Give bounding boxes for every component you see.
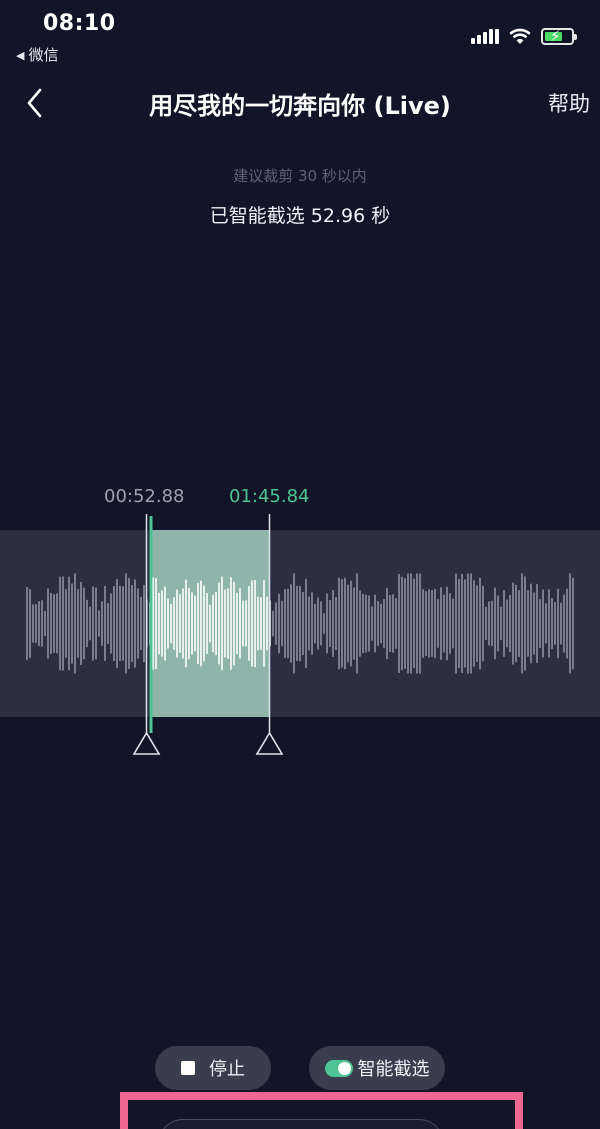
trim-handles (132, 514, 284, 755)
status-icons: ⚡ (471, 26, 577, 46)
help-button[interactable]: 帮助 (548, 88, 590, 118)
smart-select-button[interactable]: 智能截选 (309, 1046, 445, 1090)
stop-button[interactable]: 停止 (155, 1046, 271, 1090)
back-app-label: 微信 (28, 46, 59, 64)
back-button[interactable] (22, 86, 52, 120)
wifi-icon (509, 28, 531, 44)
status-time: 08:10 (43, 11, 116, 36)
smart-select-label: 智能截选 (357, 1059, 430, 1080)
battery-icon: ⚡ (541, 27, 577, 45)
page-title: 用尽我的一切奔向你 (Live) (149, 92, 451, 120)
audio-trim-screen: 08:10 ◀ 微信 ⚡ 用尽我的一切奔向你 (Live) 帮助 建议裁剪 30 … (0, 0, 600, 1129)
playback-controls: 停止 智能截选 (0, 1046, 600, 1090)
highlight-annotation (120, 1092, 523, 1129)
end-handle[interactable] (255, 731, 284, 755)
chevron-left-icon (27, 88, 42, 118)
selected-duration: 已智能截选 52.96 秒 (209, 205, 391, 227)
back-to-app[interactable]: ◀ 微信 (16, 44, 58, 65)
start-handle[interactable] (132, 731, 161, 755)
stop-label: 停止 (209, 1059, 245, 1080)
smart-select-toggle[interactable] (324, 1059, 353, 1077)
cellular-signal-icon (471, 28, 499, 44)
stop-icon (181, 1061, 195, 1075)
waveform[interactable] (0, 530, 600, 717)
back-triangle-icon: ◀ (16, 49, 25, 62)
trim-hint: 建议裁剪 30 秒以内 (233, 167, 367, 185)
